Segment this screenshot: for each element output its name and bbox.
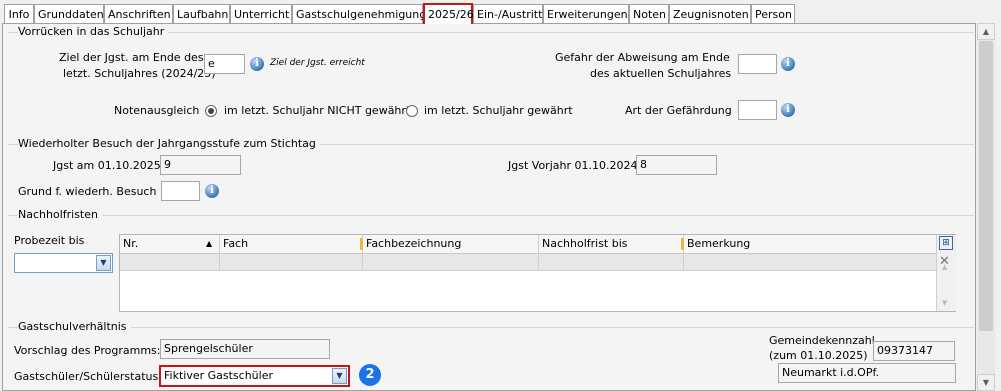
nachholfristen-table: Nr. ▲ Fach Fachbezeichnung Nachholfrist … <box>119 234 956 312</box>
grund-label: Grund f. wiederh. Besuch <box>18 185 157 198</box>
column-fachbezeichnung[interactable]: Fachbezeichnung <box>360 235 539 253</box>
vorschlag-field: Sprengelschüler <box>160 339 330 359</box>
tab-laufbahn[interactable]: Laufbahn <box>173 4 230 23</box>
status-label: Gastschüler/Schülerstatus <box>14 370 159 383</box>
section-wiederholt: Wiederholter Besuch der Jahrgangsstufe z… <box>8 138 974 150</box>
radio-not-granted-label[interactable]: im letzt. Schuljahr NICHT gewährt <box>224 104 410 117</box>
gemeinde-field: 09373147 <box>873 341 955 361</box>
gemeinde-label-2: (zum 01.10.2025) <box>769 349 868 362</box>
ziel-label-2: letzt. Schuljahres (2024/25) <box>63 67 216 80</box>
tab-anschriften[interactable]: Anschriften <box>104 4 173 23</box>
ziel-label-1: Ziel der Jgst. am Ende des <box>59 51 204 64</box>
grund-input[interactable] <box>161 181 200 201</box>
section-title: Wiederholter Besuch der Jahrgangsstufe z… <box>18 138 320 150</box>
column-nr[interactable]: Nr. ▲ <box>120 235 220 253</box>
jgst-label: Jgst am 01.10.2025 <box>53 159 161 172</box>
scroll-down-icon[interactable]: ▼ <box>977 374 995 391</box>
ziel-info-icon[interactable]: i <box>250 57 264 71</box>
tab-zeugnisnoten[interactable]: Zeugnisnoten <box>669 4 751 23</box>
tab-2025-26[interactable]: 2025/26 <box>423 3 474 24</box>
status-select[interactable]: Fiktiver Gastschüler ▼ <box>159 365 350 387</box>
section-title: Vorrücken in das Schuljahr <box>18 26 169 38</box>
table-header: Nr. ▲ Fach Fachbezeichnung Nachholfrist … <box>120 235 936 254</box>
vorschlag-label: Vorschlag des Programms: <box>14 344 161 357</box>
grund-info-icon[interactable]: i <box>205 184 219 198</box>
probezeit-date-picker[interactable]: ▼ <box>14 253 113 273</box>
art-info-icon[interactable]: i <box>781 103 795 117</box>
scroll-up-icon[interactable]: ▲ <box>942 263 947 271</box>
tab-info[interactable]: Info <box>4 4 34 23</box>
ort-field: Neumarkt i.d.OPf. <box>778 363 956 383</box>
radio-granted[interactable] <box>406 105 418 117</box>
gemeinde-label-1: Gemeindekennzahl <box>769 334 875 347</box>
gefahr-label-1: Gefahr der Abweisung am Ende <box>555 51 730 64</box>
gefahr-input[interactable] <box>738 54 777 74</box>
column-chooser-icon[interactable]: ⊞ <box>939 236 953 250</box>
scroll-down-icon[interactable]: ▼ <box>942 299 947 307</box>
column-fach[interactable]: Fach <box>220 235 363 253</box>
sort-ascending-icon: ▲ <box>206 239 213 248</box>
vorjahr-label: Jgst Vorjahr 01.10.2024 <box>508 159 638 172</box>
chevron-down-icon[interactable]: ▼ <box>332 368 347 384</box>
tab-ein-austritt[interactable]: Ein-/Austritt <box>473 4 543 23</box>
tab-erweiterungen[interactable]: Erweiterungen <box>543 4 629 23</box>
table-side-panel: ⊞ ✕ ▲ ▼ <box>936 235 956 311</box>
column-bemerkung[interactable]: Bemerkung <box>681 235 916 253</box>
tab-grunddaten[interactable]: Grunddaten <box>34 4 104 23</box>
status-value: Fiktiver Gastschüler <box>164 369 273 382</box>
section-nachholfristen: Nachholfristen <box>8 209 974 221</box>
tab-gastschulgenehmigung[interactable]: Gastschulgenehmigung <box>292 4 426 23</box>
gefahr-label-2: des aktuellen Schuljahres <box>590 67 732 80</box>
art-input[interactable] <box>738 100 777 120</box>
step-badge: 2 <box>359 364 381 386</box>
gefahr-info-icon[interactable]: i <box>781 57 795 71</box>
section-gastschul: Gastschulverhältnis <box>8 321 974 333</box>
table-row[interactable] <box>120 254 936 271</box>
ziel-input[interactable]: e <box>204 54 245 74</box>
scroll-thumb[interactable] <box>979 41 993 331</box>
section-vorruecken: Vorrücken in das Schuljahr <box>8 26 974 38</box>
notenausgleich-label: Notenausgleich <box>114 104 200 117</box>
vorjahr-field: 8 <box>636 155 717 175</box>
tab-noten[interactable]: Noten <box>629 4 669 23</box>
scroll-up-icon[interactable]: ▲ <box>977 23 995 40</box>
tab-strip: Info Grunddaten Anschriften Laufbahn Unt… <box>0 0 1001 24</box>
art-label: Art der Gefährdung <box>625 104 732 117</box>
section-title: Gastschulverhältnis <box>18 321 131 333</box>
probezeit-label: Probezeit bis <box>14 234 85 247</box>
chevron-down-icon[interactable]: ▼ <box>96 255 111 271</box>
ziel-hint: Ziel der Jgst. erreicht <box>270 58 365 68</box>
vertical-scrollbar[interactable]: ▲ ▼ <box>977 23 995 391</box>
radio-granted-label[interactable]: im letzt. Schuljahr gewährt <box>424 104 573 117</box>
tab-person[interactable]: Person <box>751 4 795 23</box>
section-title: Nachholfristen <box>18 209 102 221</box>
radio-not-granted[interactable] <box>205 105 217 117</box>
tab-unterricht[interactable]: Unterricht <box>230 4 292 23</box>
column-nachholfrist[interactable]: Nachholfrist bis <box>539 235 684 253</box>
jgst-field: 9 <box>160 155 241 175</box>
